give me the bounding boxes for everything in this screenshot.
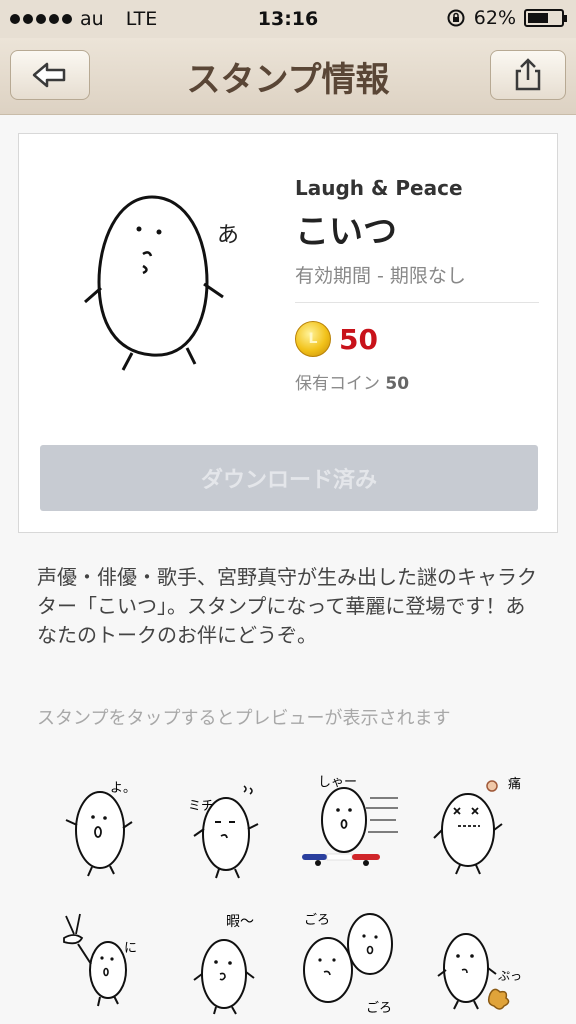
owned-coins: 保有コイン 50 (295, 369, 539, 394)
sticker-preview-7[interactable]: ごろ ごろ (298, 904, 398, 1018)
sticker-preview-5[interactable]: に (56, 908, 146, 1018)
downloaded-button[interactable]: ダウンロード済み (40, 445, 538, 511)
sticker-preview-3[interactable]: しゃー (300, 768, 400, 878)
owned-coins-label: 保有コイン (295, 374, 380, 394)
rotation-lock-icon (447, 9, 465, 27)
owned-coins-value: 50 (385, 374, 410, 394)
validity-text: 有効期間 - 期限なし (295, 261, 539, 303)
svg-text:暇〜: 暇〜 (226, 914, 254, 930)
sticker-preview-4[interactable]: 痛 (430, 772, 530, 882)
status-right: 62% (446, 7, 567, 29)
share-button[interactable] (490, 50, 566, 100)
sticker-preview-1[interactable]: よ。 (60, 770, 140, 880)
svg-text:に: に (124, 941, 137, 956)
price-row: L 50 (295, 321, 539, 357)
share-icon (515, 58, 541, 91)
sticker-main-image: あ (84, 195, 239, 371)
publisher-name: Laugh & Peace (295, 176, 463, 200)
battery-icon (524, 9, 567, 27)
svg-text:よ。: よ。 (110, 781, 136, 796)
sticker-preview-2[interactable]: ミチ (186, 774, 266, 884)
status-bar: au LTE 13:16 62% (0, 0, 576, 38)
navigation-bar: スタンプ情報 (0, 38, 576, 115)
sticker-description: 声優・俳優・歌手、宮野真守が生み出した謎のキャラクター「こいつ」。スタンプになっ… (37, 565, 537, 647)
svg-text:痛: 痛 (508, 776, 521, 792)
sticker-title: こいつ (295, 212, 397, 252)
price-value: 50 (339, 322, 378, 356)
preview-hint: スタンプをタップするとプレビューが表示されます (37, 708, 451, 729)
coin-icon: L (295, 321, 331, 357)
sticker-preview-8[interactable]: ぷっ (432, 908, 532, 1018)
svg-text:ぷっ: ぷっ (498, 969, 522, 983)
svg-text:ごろ: ごろ (304, 912, 330, 928)
sticker-info: Laugh & Peace こいつ 有効期間 - 期限なし L 50 保有コイン… (295, 176, 539, 394)
svg-text:しゃー: しゃー (318, 775, 357, 790)
sticker-caption: あ (217, 223, 239, 248)
sticker-info-card: あ Laugh & Peace こいつ 有効期間 - 期限なし L 50 保有コ… (18, 133, 558, 533)
svg-text:ごろ: ごろ (366, 1000, 392, 1016)
sticker-preview-6[interactable]: 暇〜 (186, 908, 276, 1018)
battery-fill (528, 13, 548, 23)
battery-percent: 62% (473, 7, 516, 29)
